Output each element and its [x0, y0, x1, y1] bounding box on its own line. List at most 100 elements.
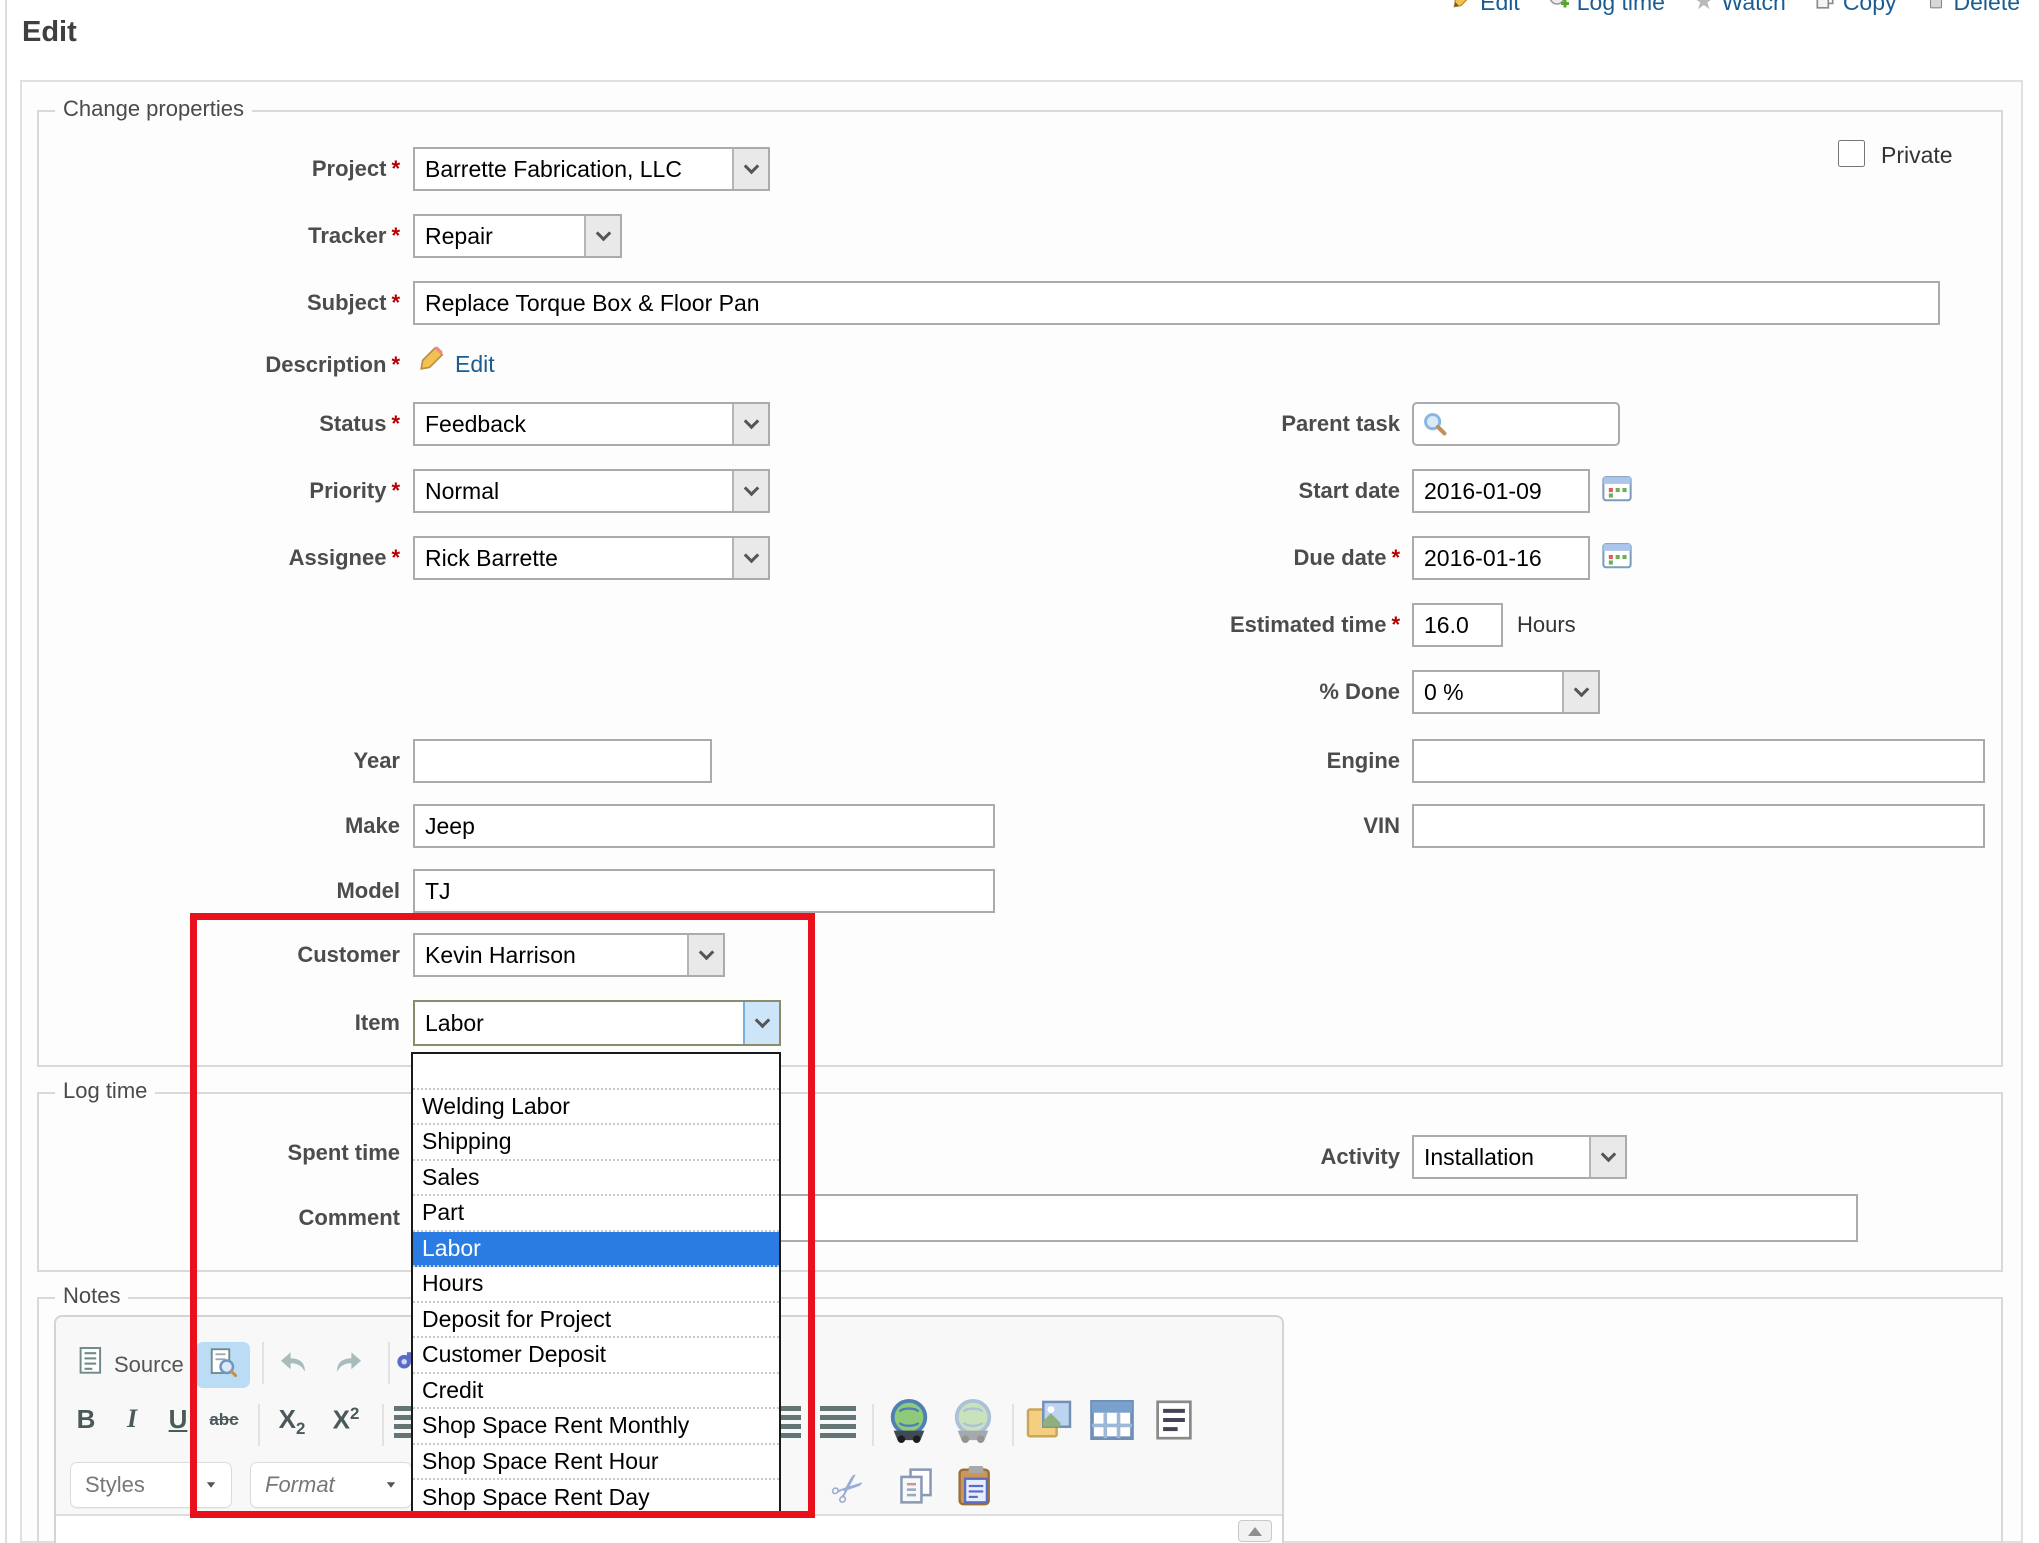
- source-icon[interactable]: [78, 1346, 104, 1381]
- item-select[interactable]: Labor: [413, 1000, 781, 1046]
- globe-car-disabled-icon[interactable]: [950, 1398, 996, 1449]
- bold-button[interactable]: B: [66, 1404, 106, 1435]
- source-button-label[interactable]: Source: [114, 1352, 184, 1378]
- make-label: Make: [20, 813, 400, 839]
- priority-label: Priority*: [20, 478, 400, 504]
- subject-label: Subject*: [20, 290, 400, 316]
- watch-link[interactable]: ★ Watch: [1693, 0, 1786, 16]
- item-dropdown-option[interactable]: Labor: [413, 1232, 779, 1268]
- parent-task-label: Parent task: [1020, 411, 1400, 437]
- justify-block-icon[interactable]: [820, 1406, 856, 1411]
- copy-link[interactable]: Copy: [1814, 0, 1897, 16]
- customer-select[interactable]: Kevin Harrison: [413, 933, 725, 977]
- copy-icon[interactable]: [896, 1466, 936, 1511]
- editor-content-area[interactable]: [56, 1514, 1282, 1543]
- format-combo[interactable]: Format: [250, 1462, 412, 1508]
- assignee-select-arrow[interactable]: [732, 538, 768, 578]
- underline-button[interactable]: U: [158, 1404, 198, 1435]
- delete-link[interactable]: Delete: [1925, 0, 2020, 16]
- status-select-arrow[interactable]: [732, 404, 768, 444]
- activity-select-value: Installation: [1424, 1144, 1534, 1171]
- scroll-up-button[interactable]: [1238, 1520, 1272, 1542]
- redo-icon[interactable]: [334, 1350, 364, 1379]
- vin-label: VIN: [1020, 813, 1400, 839]
- percent-done-arrow[interactable]: [1562, 672, 1598, 712]
- item-dropdown-option[interactable]: Part: [413, 1196, 779, 1232]
- item-dropdown-option[interactable]: Shop Space Rent Monthly: [413, 1409, 779, 1445]
- toolbar-separator: [388, 1342, 390, 1384]
- vin-input[interactable]: [1412, 804, 1985, 848]
- edit-link[interactable]: Edit: [1451, 0, 1520, 16]
- assignee-label: Assignee*: [20, 545, 400, 571]
- year-input[interactable]: [413, 739, 712, 783]
- priority-select[interactable]: Normal: [413, 469, 770, 513]
- content-left-border: [5, 0, 7, 1543]
- horizontal-rule-icon[interactable]: [1154, 1400, 1194, 1445]
- paste-icon[interactable]: [956, 1464, 996, 1513]
- subject-input[interactable]: [413, 281, 1940, 325]
- chevron-down-icon: [207, 1482, 215, 1488]
- italic-button[interactable]: I: [112, 1404, 152, 1434]
- calendar-icon[interactable]: [1602, 541, 1632, 574]
- image-icon[interactable]: [1026, 1400, 1072, 1447]
- due-date-label: Due date*: [1020, 545, 1400, 571]
- tracker-select-value: Repair: [425, 223, 493, 250]
- item-select-arrow[interactable]: [743, 1002, 779, 1044]
- globe-car-icon[interactable]: [886, 1398, 932, 1449]
- project-select[interactable]: Barrette Fabrication, LLC: [413, 147, 770, 191]
- description-edit-link[interactable]: Edit: [455, 351, 495, 378]
- tracker-select-arrow[interactable]: [584, 216, 620, 256]
- percent-done-select[interactable]: 0 %: [1412, 670, 1600, 714]
- customer-select-arrow[interactable]: [687, 935, 723, 975]
- status-select[interactable]: Feedback: [413, 402, 770, 446]
- status-label: Status*: [20, 411, 400, 437]
- table-icon[interactable]: [1090, 1400, 1134, 1445]
- subscript-button[interactable]: X2: [272, 1404, 312, 1439]
- toolbar-separator: [872, 1404, 874, 1446]
- assignee-select-value: Rick Barrette: [425, 545, 558, 572]
- log-time-link[interactable]: Log time: [1548, 0, 1665, 16]
- make-input[interactable]: [413, 804, 995, 848]
- calendar-icon[interactable]: [1602, 474, 1632, 507]
- notes-legend: Notes: [55, 1283, 128, 1309]
- project-label: Project*: [20, 156, 400, 182]
- item-dropdown-option[interactable]: Sales: [413, 1161, 779, 1197]
- superscript-button[interactable]: X2: [326, 1404, 366, 1436]
- undo-icon[interactable]: [278, 1350, 308, 1379]
- edit-link-label: Edit: [1480, 0, 1520, 16]
- project-select-arrow[interactable]: [732, 149, 768, 189]
- item-label: Item: [20, 1010, 400, 1036]
- due-date-input[interactable]: [1412, 536, 1590, 580]
- item-dropdown-option[interactable]: Shop Space Rent Hour: [413, 1445, 779, 1481]
- assignee-select[interactable]: Rick Barrette: [413, 536, 770, 580]
- item-dropdown-option[interactable]: Shop Space Rent Day: [413, 1480, 779, 1516]
- item-dropdown-option[interactable]: Credit: [413, 1374, 779, 1410]
- customer-select-value: Kevin Harrison: [425, 942, 576, 969]
- item-dropdown-option[interactable]: Deposit for Project: [413, 1303, 779, 1339]
- start-date-input[interactable]: [1412, 469, 1590, 513]
- item-dropdown-option[interactable]: Hours: [413, 1267, 779, 1303]
- redmine-issue-edit-page: { "page": { "title": "Edit" }, "top_tool…: [0, 0, 2039, 1543]
- search-icon: [1422, 411, 1448, 443]
- activity-select-arrow[interactable]: [1589, 1137, 1625, 1177]
- tracker-select[interactable]: Repair: [413, 214, 622, 258]
- item-dropdown-option[interactable]: [413, 1054, 779, 1090]
- item-dropdown-option[interactable]: Shipping: [413, 1125, 779, 1161]
- project-select-value: Barrette Fabrication, LLC: [425, 156, 682, 183]
- estimated-time-input[interactable]: [1412, 603, 1503, 647]
- preview-button[interactable]: [196, 1342, 250, 1388]
- engine-input[interactable]: [1412, 739, 1985, 783]
- private-checkbox[interactable]: [1838, 140, 1865, 167]
- item-dropdown-option[interactable]: Welding Labor: [413, 1090, 779, 1126]
- hours-suffix: Hours: [1517, 612, 1576, 638]
- model-input[interactable]: [413, 869, 995, 913]
- customer-label: Customer: [20, 942, 400, 968]
- priority-select-arrow[interactable]: [732, 471, 768, 511]
- chevron-down-icon: [743, 158, 759, 174]
- chevron-down-icon: [1600, 1146, 1616, 1162]
- styles-combo[interactable]: Styles: [70, 1462, 232, 1508]
- item-dropdown-option[interactable]: Customer Deposit: [413, 1338, 779, 1374]
- parent-task-input[interactable]: [1412, 402, 1620, 446]
- activity-select[interactable]: Installation: [1412, 1135, 1627, 1179]
- strikethrough-button[interactable]: abc: [204, 1410, 244, 1430]
